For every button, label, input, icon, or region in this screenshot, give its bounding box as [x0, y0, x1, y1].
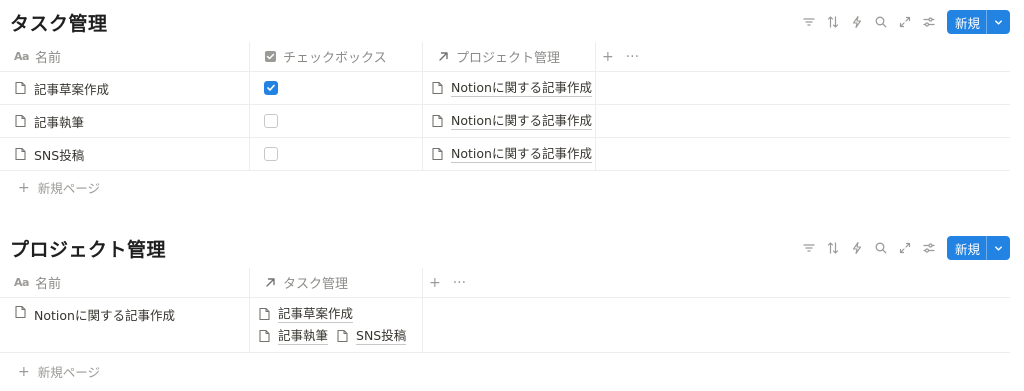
- table-row[interactable]: 記事草案作成 Notionに関する記事作成: [0, 72, 1010, 105]
- relation-link[interactable]: Notionに関する記事作成: [451, 113, 592, 130]
- cell-checkbox: [250, 72, 423, 104]
- table-row[interactable]: 記事執筆 Notionに関する記事作成: [0, 105, 1010, 138]
- column-header-relation[interactable]: プロジェクト管理: [423, 42, 596, 71]
- relation-link[interactable]: Notionに関する記事作成: [451, 80, 592, 97]
- new-page-button[interactable]: + 新規ページ: [18, 178, 100, 197]
- chevron-down-icon[interactable]: [986, 236, 1010, 260]
- page-icon: [336, 329, 349, 343]
- page-icon: [431, 81, 444, 95]
- cell-name[interactable]: SNS投稿: [0, 138, 250, 170]
- database-toolbar: 新規: [797, 10, 1010, 34]
- page-icon: [14, 81, 27, 95]
- relation-link[interactable]: Notionに関する記事作成: [451, 146, 592, 163]
- cell-relation[interactable]: Notionに関する記事作成: [423, 138, 596, 170]
- column-header-name[interactable]: Aa 名前: [0, 42, 250, 71]
- column-header-checkbox[interactable]: チェックボックス: [250, 42, 423, 71]
- new-button[interactable]: 新規: [946, 236, 1010, 260]
- database-title[interactable]: プロジェクト管理: [10, 235, 166, 262]
- add-column-controls: + ···: [596, 42, 651, 71]
- new-button-label: 新規: [954, 241, 980, 257]
- plus-icon: +: [18, 179, 30, 196]
- page-icon: [14, 147, 27, 161]
- new-page-label: 新規ページ: [37, 181, 100, 196]
- checkbox-unchecked[interactable]: [264, 114, 278, 128]
- cell-empty: [596, 72, 1010, 104]
- page-icon: [14, 114, 27, 128]
- cell-name[interactable]: Notionに関する記事作成: [0, 298, 250, 352]
- cell-relation[interactable]: Notionに関する記事作成: [423, 72, 596, 104]
- database-title[interactable]: タスク管理: [10, 9, 108, 36]
- cell-empty: [596, 138, 1010, 170]
- column-header-label: タスク管理: [283, 277, 349, 292]
- table-header: Aa 名前 チェックボックス プロジェクト管理 + ···: [0, 42, 1010, 72]
- sort-icon[interactable]: [821, 10, 845, 34]
- search-icon[interactable]: [869, 236, 893, 260]
- expand-icon[interactable]: [893, 10, 917, 34]
- page-icon: [258, 329, 271, 343]
- text-property-icon: Aa: [14, 276, 29, 289]
- settings-icon[interactable]: [917, 236, 941, 260]
- plus-icon[interactable]: +: [602, 49, 614, 65]
- column-header-name[interactable]: Aa 名前: [0, 268, 250, 297]
- chevron-down-icon[interactable]: [986, 10, 1010, 34]
- cell-relation[interactable]: Notionに関する記事作成: [423, 105, 596, 137]
- more-icon[interactable]: ···: [626, 49, 639, 65]
- relation-arrow-icon: [437, 50, 450, 63]
- more-icon[interactable]: ···: [453, 275, 466, 291]
- cell-empty: [423, 298, 1010, 352]
- row-title: SNS投稿: [34, 147, 85, 163]
- relation-arrow-icon: [264, 276, 277, 289]
- table-row[interactable]: Notionに関する記事作成 記事草案作成 記事執筆 SNS投稿: [0, 298, 1010, 353]
- column-header-label: チェックボックス: [283, 51, 387, 66]
- table-header: Aa 名前 タスク管理 + ···: [0, 268, 1010, 298]
- table-row[interactable]: SNS投稿 Notionに関する記事作成: [0, 138, 1010, 171]
- cell-checkbox: [250, 138, 423, 170]
- row-title: Notionに関する記事作成: [34, 308, 175, 323]
- text-property-icon: Aa: [14, 50, 29, 63]
- page-icon: [431, 114, 444, 128]
- row-title: 記事執筆: [34, 114, 85, 130]
- page-icon: [258, 307, 271, 321]
- sort-icon[interactable]: [821, 236, 845, 260]
- plus-icon[interactable]: +: [429, 275, 441, 291]
- plus-icon: +: [18, 363, 30, 380]
- column-header-label: プロジェクト管理: [456, 51, 561, 66]
- filter-icon[interactable]: [797, 10, 821, 34]
- column-header-label: 名前: [34, 51, 61, 66]
- checkbox-checked[interactable]: [264, 81, 278, 95]
- relation-link: SNS投稿: [356, 327, 407, 345]
- expand-icon[interactable]: [893, 236, 917, 260]
- relation-link: 記事執筆: [278, 327, 329, 345]
- new-page-button[interactable]: + 新規ページ: [18, 362, 100, 381]
- filter-icon[interactable]: [797, 236, 821, 260]
- automation-icon[interactable]: [845, 236, 869, 260]
- page-icon: [14, 305, 27, 319]
- cell-name[interactable]: 記事草案作成: [0, 72, 250, 104]
- row-title: 記事草案作成: [34, 81, 110, 97]
- new-button-label: 新規: [954, 15, 980, 31]
- relation-chip[interactable]: SNS投稿: [336, 327, 407, 345]
- checkbox-unchecked[interactable]: [264, 147, 278, 161]
- cell-checkbox: [250, 105, 423, 137]
- add-column-controls: + ···: [423, 268, 478, 297]
- column-header-label: 名前: [34, 277, 61, 292]
- search-icon[interactable]: [869, 10, 893, 34]
- cell-name[interactable]: 記事執筆: [0, 105, 250, 137]
- relation-chip[interactable]: 記事執筆: [258, 327, 329, 345]
- column-header-relation[interactable]: タスク管理: [250, 268, 423, 297]
- automation-icon[interactable]: [845, 10, 869, 34]
- relation-link: 記事草案作成: [278, 305, 354, 323]
- new-page-label: 新規ページ: [37, 365, 100, 380]
- cell-relation[interactable]: 記事草案作成 記事執筆 SNS投稿: [250, 298, 423, 352]
- new-button[interactable]: 新規: [946, 10, 1010, 34]
- relation-chip[interactable]: 記事草案作成: [258, 305, 354, 323]
- settings-icon[interactable]: [917, 10, 941, 34]
- relation-line: 記事執筆 SNS投稿: [258, 325, 414, 347]
- page-icon: [431, 147, 444, 161]
- cell-empty: [596, 105, 1010, 137]
- database-toolbar: 新規: [797, 236, 1010, 260]
- checkbox-icon: [264, 50, 277, 63]
- relation-line: 記事草案作成: [258, 303, 361, 325]
